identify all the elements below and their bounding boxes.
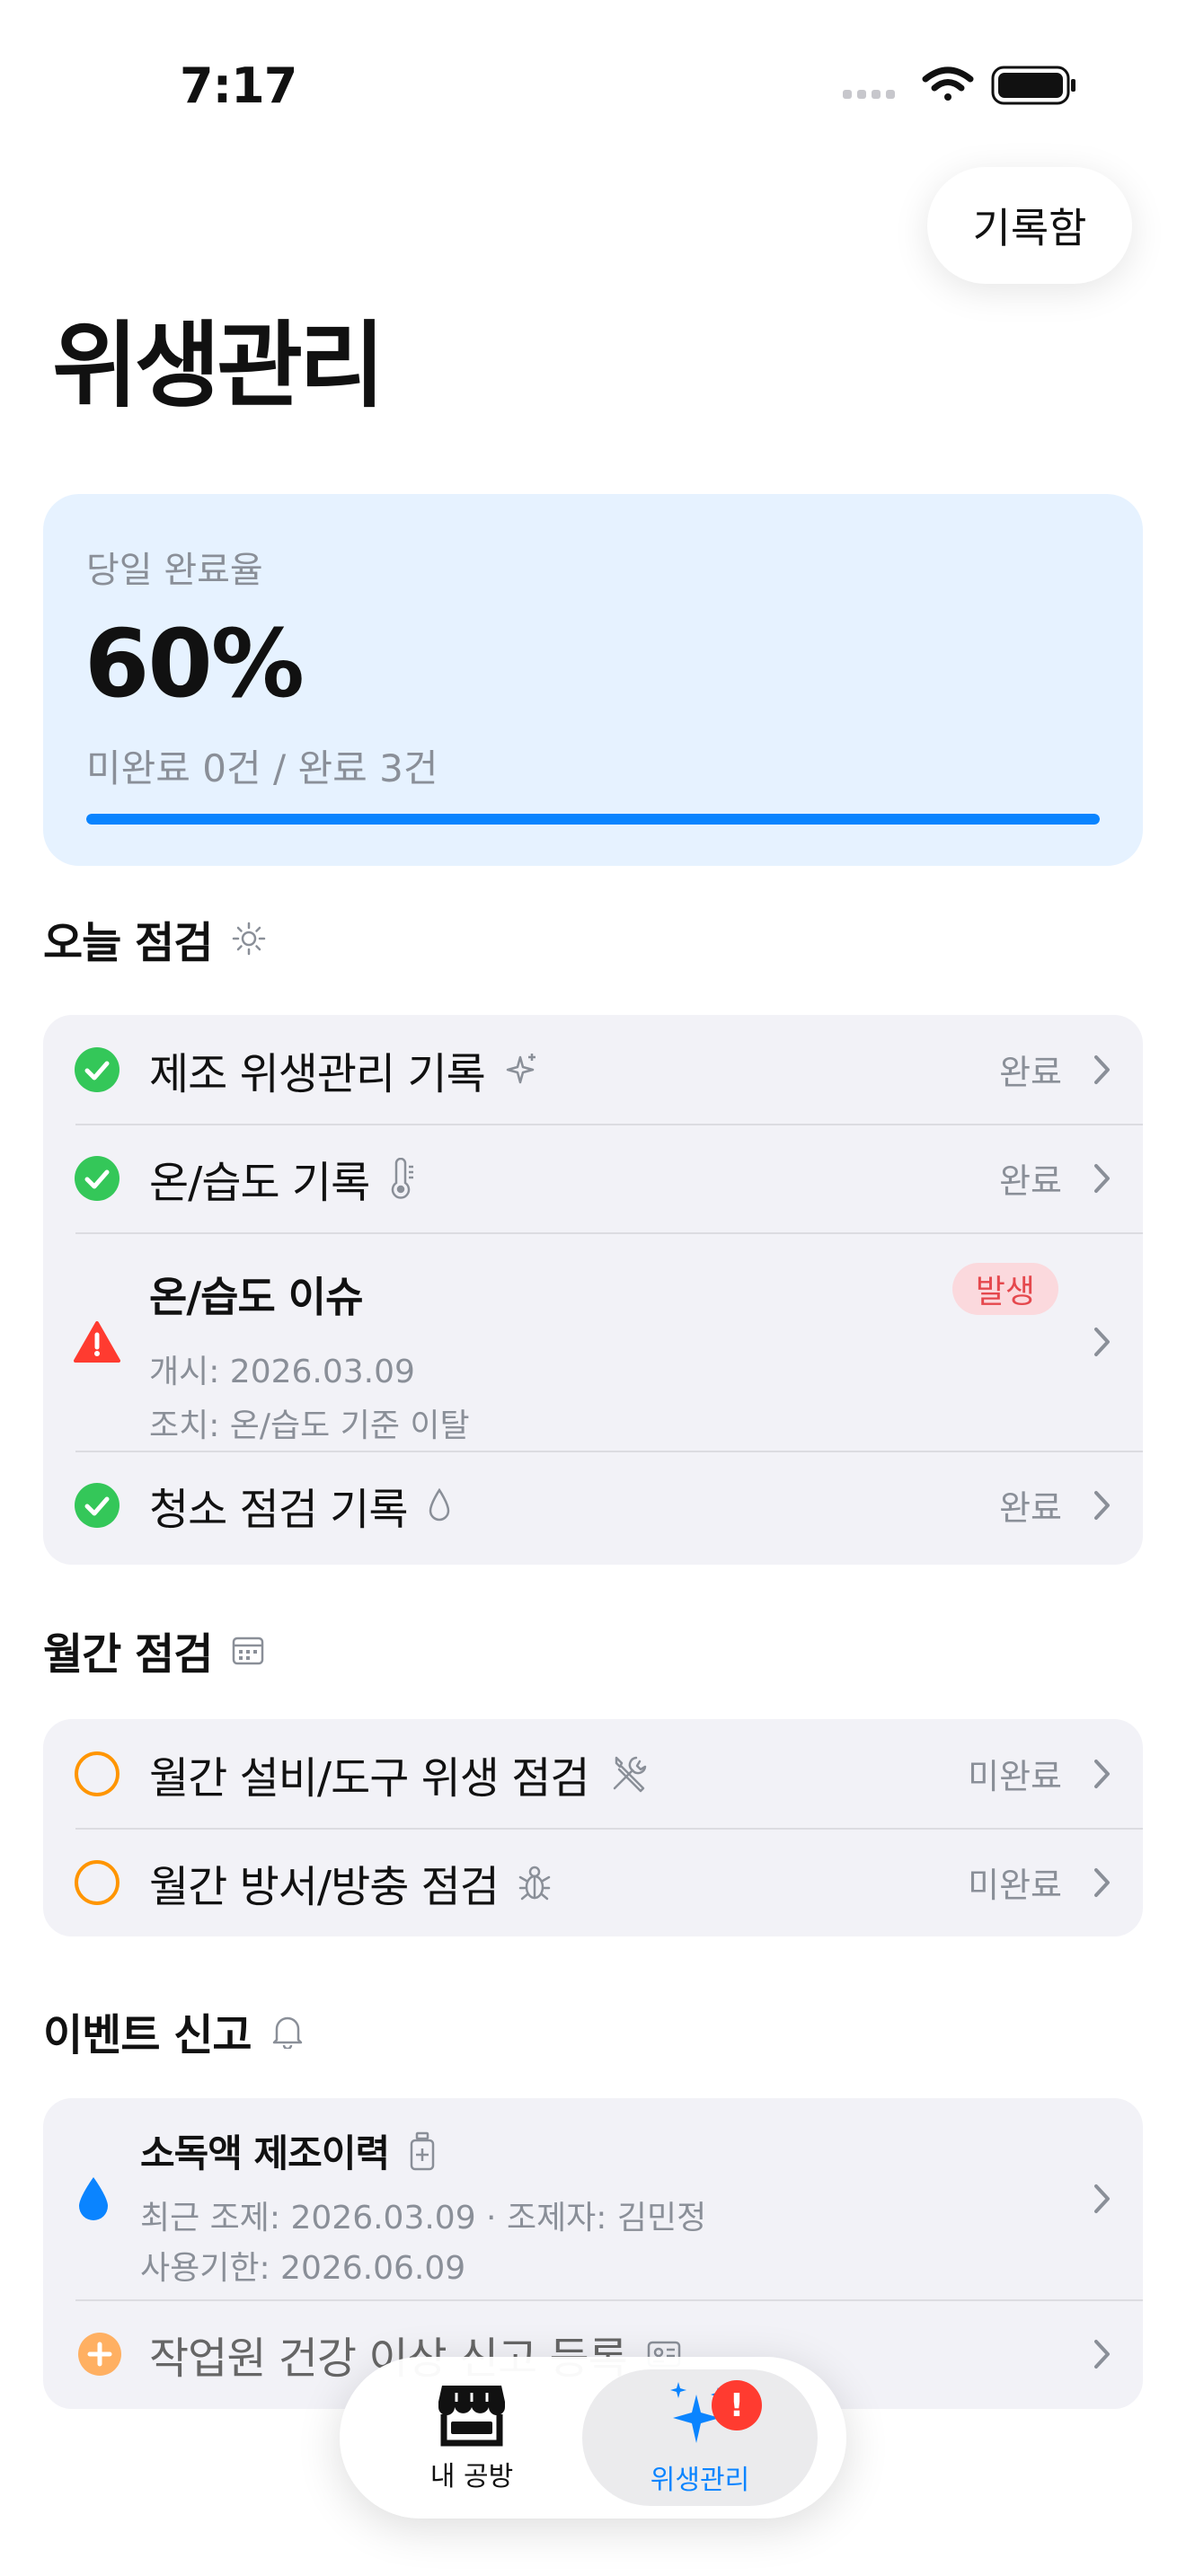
tab-hygiene[interactable]: 위생관리 ! [582,2369,818,2506]
list-item-title: 제조 위생관리 기록 [149,1048,486,1099]
status-time: 7:17 [180,57,297,114]
chevron-right-icon [1093,1326,1112,1358]
list-item-title: 월간 방서/방충 점검 [149,1861,500,1912]
page-title: 위생관리 [52,311,385,420]
check-done-icon [74,1155,120,1202]
list-item-disinfectant-history[interactable]: 소독액 제조이력 최근 조제: 2026.03.09 · 조제자: 김민정 사용… [43,2098,1143,2299]
events-section-header: 이벤트 신고 [43,1999,304,2062]
completion-counts: 미완료 0건 / 완료 3건 [86,746,438,790]
bottle-icon [409,2131,436,2171]
water-drop-icon [75,2175,111,2222]
plus-circle-icon [77,2332,122,2377]
completion-progress-fill [86,814,1100,825]
list-item-title: 온/습도 기록 [149,1157,370,1208]
sun-icon [232,922,266,956]
circle-pending-icon [74,1751,120,1797]
check-done-icon [74,1046,120,1093]
list-item-temp-humidity-issue[interactable]: 온/습도 이슈 발생 개시: 2026.03.09 조치: 온/습도 기준 이탈 [43,1232,1143,1451]
check-done-icon [74,1482,120,1529]
list-item-cleaning-record[interactable]: 청소 점검 기록 완료 [43,1451,1143,1559]
notification-badge: ! [712,2380,762,2430]
chevron-right-icon [1093,2338,1112,2370]
list-item-temp-humidity-record[interactable]: 온/습도 기록 완료 [43,1124,1143,1232]
events-section-title: 이벤트 신고 [43,2010,252,2060]
chevron-right-icon [1093,1489,1112,1522]
issue-action: 조치: 온/습도 기준 이탈 [149,1407,470,1444]
signal-icon [843,90,895,99]
today-section-header: 오늘 점검 [43,907,266,970]
list-item-title: 청소 점검 기록 [149,1484,408,1535]
calendar-icon [232,1635,264,1665]
chevron-right-icon [1093,1162,1112,1195]
monthly-checklist: 월간 설비/도구 위생 점검 미완료 월간 방서/방충 점검 미완료 [43,1719,1143,1936]
list-item-pest-control[interactable]: 월간 방서/방충 점검 미완료 [43,1828,1143,1936]
tab-label: 내 공방 [429,2461,514,2492]
circle-pending-icon [74,1859,120,1906]
tools-icon [609,1754,649,1794]
store-icon [437,2382,507,2447]
status-label: 완료 [999,1488,1062,1528]
status-label: 미완료 [968,1866,1062,1905]
status-label: 완료 [999,1053,1062,1092]
monthly-section-title: 월간 점검 [43,1629,213,1680]
status-label: 미완료 [968,1757,1062,1796]
status-badge: 발생 [951,1263,1058,1315]
list-item-sanitation-record[interactable]: 제조 위생관리 기록 완료 [43,1015,1143,1124]
bell-icon [271,2013,304,2049]
list-item-title: 소독액 제조이력 [140,2131,390,2175]
chevron-right-icon [1093,1866,1112,1899]
list-item-title: 온/습도 이슈 [149,1273,363,1321]
status-icons [836,63,1078,108]
warning-icon [74,1320,120,1363]
completion-percent: 60% [84,609,305,719]
today-checklist: 제조 위생관리 기록 완료 온/습도 기록 완료 온/습도 이슈 발생 개시: … [43,1015,1143,1565]
completion-summary-card: 당일 완료율 60% 미완료 0건 / 완료 3건 [43,494,1143,866]
tab-bar: 내 공방 위생관리 ! [340,2357,846,2519]
status-label: 완료 [999,1161,1062,1201]
chevron-right-icon [1093,2183,1112,2215]
wifi-icon [922,66,974,101]
tab-my-workshop[interactable]: 내 공방 [354,2369,589,2506]
list-item-equipment-hygiene[interactable]: 월간 설비/도구 위생 점검 미완료 [43,1719,1143,1828]
battery-icon [991,66,1075,105]
completion-label: 당일 완료율 [86,550,263,591]
chevron-right-icon [1093,1758,1112,1790]
tab-label: 위생관리 [650,2465,750,2496]
thermometer-icon [389,1157,416,1199]
list-item-title: 월간 설비/도구 위생 점검 [149,1752,590,1804]
drop-icon [427,1487,452,1523]
issue-start-date: 개시: 2026.03.09 [149,1354,415,1390]
monthly-section-header: 월간 점검 [43,1619,264,1681]
records-button[interactable]: 기록함 [927,167,1132,284]
bug-icon [518,1863,551,1902]
expiry-date: 사용기한: 2026.06.09 [140,2250,466,2287]
completion-progress-bar [86,814,1100,825]
today-section-title: 오늘 점검 [43,918,213,968]
sparkle-icon [505,1052,539,1088]
recent-preparation: 최근 조제: 2026.03.09 · 조제자: 김민정 [140,2200,707,2236]
chevron-right-icon [1093,1054,1112,1086]
